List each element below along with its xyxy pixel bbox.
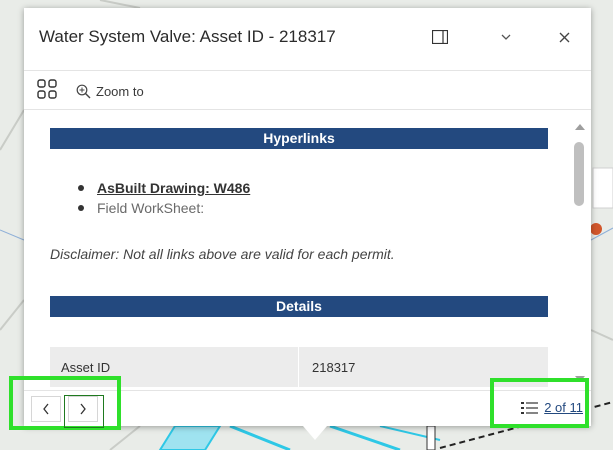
chevron-right-icon (80, 403, 86, 415)
scrollbar-thumb[interactable] (574, 142, 584, 206)
feature-list-icon (521, 401, 539, 414)
pager-label: 2 of 11 (544, 400, 583, 415)
zoom-to-label: Zoom to (96, 83, 144, 99)
chevron-down-icon (501, 34, 511, 40)
collapse-button[interactable] (493, 24, 519, 50)
scroll-down-arrow-icon[interactable] (575, 376, 585, 382)
zoom-to-button[interactable]: Zoom to (76, 80, 144, 102)
close-button[interactable] (551, 24, 577, 50)
asset-id-value: 218317 (312, 360, 356, 375)
popup-title: Water System Valve: Asset ID - 218317 (39, 27, 336, 46)
chevron-left-icon (43, 403, 49, 415)
dock-panel-icon (432, 30, 448, 44)
popup-content[interactable]: Hyperlinks AsBuilt Drawing: W486 Field W… (24, 110, 591, 390)
disclaimer-text: Disclaimer: Not all links above are vali… (50, 246, 395, 262)
popup-pointer (303, 426, 327, 440)
popup-toolbar: Zoom to (24, 70, 591, 110)
zoom-in-icon (76, 84, 91, 98)
popup-footer: 2 of 11 (24, 390, 591, 426)
scroll-up-arrow-icon[interactable] (575, 124, 585, 130)
content-scrollbar[interactable] (572, 124, 586, 386)
list-item: AsBuilt Drawing: W486 (74, 178, 250, 198)
feature-pager-button[interactable]: 2 of 11 (521, 400, 583, 415)
popup-header: Water System Valve: Asset ID - 218317 (24, 8, 591, 64)
asset-id-label: Asset ID (61, 360, 111, 375)
cell-divider (298, 347, 299, 387)
table-row: Asset ID 218317 (50, 347, 548, 387)
next-feature-button[interactable] (68, 396, 98, 422)
dock-button[interactable] (427, 24, 453, 50)
close-icon (559, 32, 569, 42)
feature-menu-button[interactable] (37, 79, 57, 101)
asbuilt-drawing-link[interactable]: AsBuilt Drawing: W486 (97, 180, 250, 196)
feature-popup: Water System Valve: Asset ID - 218317 Zo… (24, 8, 591, 426)
field-worksheet-label: Field WorkSheet: (97, 200, 205, 216)
list-item: Field WorkSheet: (74, 198, 250, 218)
hyperlinks-list: AsBuilt Drawing: W486 Field WorkSheet: (74, 178, 250, 218)
details-header: Details (50, 296, 548, 317)
previous-feature-button[interactable] (31, 396, 61, 422)
feature-menu-icon (37, 79, 57, 99)
hyperlinks-header: Hyperlinks (50, 128, 548, 149)
